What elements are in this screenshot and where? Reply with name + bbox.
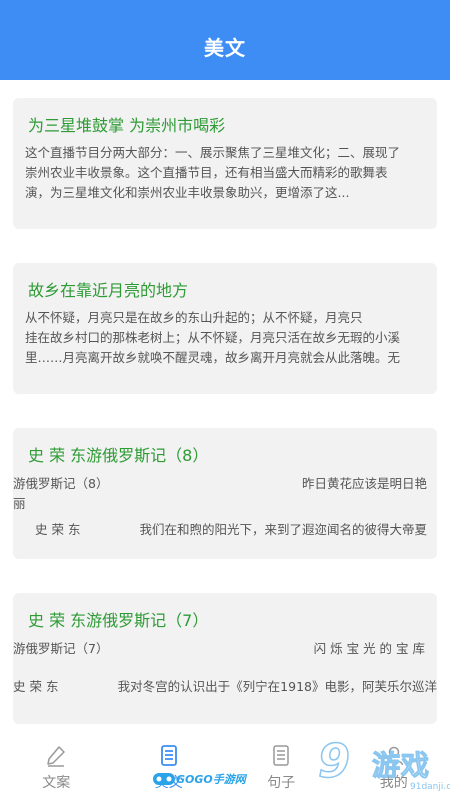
excerpt-segment: 游俄罗斯记（8）	[13, 476, 109, 491]
excerpt-segment: 闪 烁 宝 光 的 宝 库	[313, 641, 425, 656]
watermark-text: GOGO手游网	[176, 773, 246, 786]
tab-label: 文案	[42, 775, 71, 791]
excerpt-line: 丽	[13, 496, 26, 511]
excerpt-segment: 史 荣 东	[13, 679, 59, 694]
article-card[interactable]: 为三星堆鼓掌 为崇州市喝彩 这个直播节目分两大部分：一、展示聚焦了三星堆文化；二…	[13, 98, 437, 229]
article-title[interactable]: 史 荣 东游俄罗斯记（8）	[28, 442, 208, 466]
excerpt-segment: 昨日黄花应该是明日艳	[301, 476, 427, 491]
article-excerpt: 这个直播节目分两大部分：一、展示聚焦了三星堆文化；二、展现了 崇州农业丰收景象。…	[25, 143, 435, 203]
tab-label: 句子	[267, 775, 296, 791]
article-card[interactable]: 史 荣 东游俄罗斯记（7） 游俄罗斯记（7） 闪 烁 宝 光 的 宝 库 史 荣…	[13, 593, 437, 724]
watermark-subtext: 91danji.com	[410, 782, 450, 792]
excerpt-line: 崇州农业丰收景象。这个直播节目，还有相当盛大而精彩的歌舞表	[25, 165, 388, 180]
article-card[interactable]: 故乡在靠近月亮的地方 从不怀疑，月亮只是在故乡的东山升起的；从不怀疑，月亮只 挂…	[13, 263, 437, 394]
excerpt-segment: 游俄罗斯记（7）	[13, 641, 109, 656]
article-excerpt: 从不怀疑，月亮只是在故乡的东山升起的；从不怀疑，月亮只 挂在故乡村口的那株老树上…	[25, 308, 435, 368]
excerpt-line: 里……月亮离开故乡就唤不醒灵魂，故乡离开月亮就会从此落魄。无	[25, 350, 401, 365]
article-card[interactable]: 史 荣 东游俄罗斯记（8） 游俄罗斯记（8） 昨日黄花应该是明日艳 丽 史 荣 …	[13, 428, 437, 559]
document-icon	[160, 745, 177, 766]
excerpt-segment: 我对冬宫的认识出于《列宁在1918》电影，阿芙乐尔巡洋	[117, 679, 437, 694]
excerpt-line: 挂在故乡村口的那株老树上；从不怀疑，月亮只活在故乡无瑕的小溪	[25, 330, 401, 345]
excerpt-line: 演，为三星堆文化和崇州农业丰收景象助兴，更增添了这...	[25, 185, 350, 200]
article-title[interactable]: 史 荣 东游俄罗斯记（7）	[28, 607, 208, 631]
tab-wenan[interactable]: 文案	[0, 736, 113, 800]
article-title[interactable]: 为三星堆鼓掌 为崇州市喝彩	[28, 112, 225, 136]
excerpt-segment: 史 荣 东	[35, 522, 81, 537]
excerpt-line: 这个直播节目分两大部分：一、展示聚焦了三星堆文化；二、展现了	[25, 145, 401, 160]
watermark-text: 游戏	[371, 749, 431, 783]
watermark-gogo: GOGO手游网	[152, 768, 246, 790]
pen-icon	[47, 746, 65, 767]
excerpt-line: 从不怀疑，月亮只是在故乡的东山升起的；从不怀疑，月亮只	[25, 310, 363, 325]
app-header: 美文	[0, 0, 450, 80]
watermark-number: 9	[317, 733, 351, 789]
article-excerpt: 游俄罗斯记（7） 闪 烁 宝 光 的 宝 库 史 荣 东 我对冬宫的认识出于《列…	[13, 639, 437, 697]
list-icon	[273, 745, 289, 766]
article-title[interactable]: 故乡在靠近月亮的地方	[28, 277, 188, 301]
article-list[interactable]: 为三星堆鼓掌 为崇州市喝彩 这个直播节目分两大部分：一、展示聚焦了三星堆文化；二…	[0, 80, 450, 736]
article-excerpt: 游俄罗斯记（8） 昨日黄花应该是明日艳 丽 史 荣 东 我们在和煦的阳光下，来到…	[13, 474, 437, 540]
watermark-91: 9 游戏 91danji.com	[317, 733, 450, 800]
excerpt-segment: 我们在和煦的阳光下，来到了遐迩闻名的彼得大帝夏	[139, 522, 427, 537]
gamepad-logo-icon	[153, 773, 175, 785]
page-title: 美文	[204, 35, 246, 60]
